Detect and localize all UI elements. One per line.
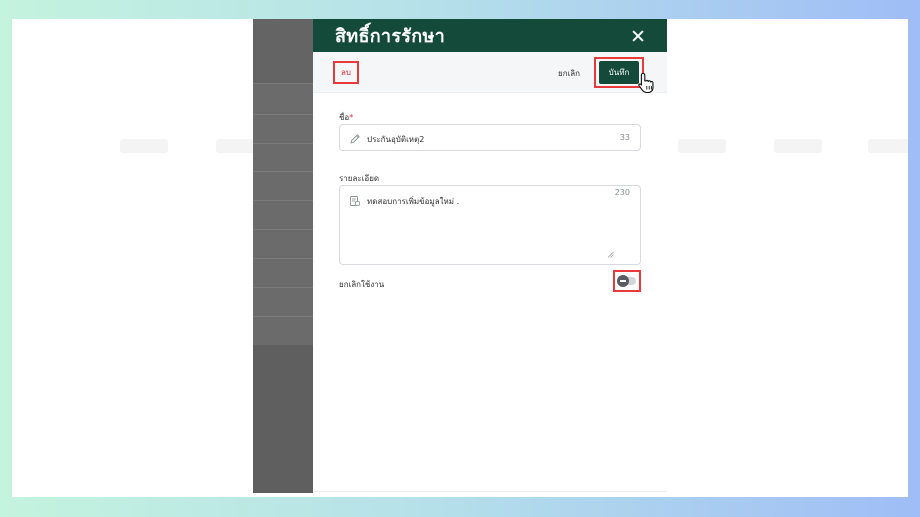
backdrop-row-line xyxy=(253,287,313,288)
deactivate-toggle[interactable] xyxy=(617,275,636,287)
deactivate-label: ยกเลิกใช้งาน xyxy=(339,280,385,289)
backdrop-row-line xyxy=(253,171,313,172)
note-icon xyxy=(350,196,360,206)
backdrop-header-strip xyxy=(253,19,313,83)
panel-footer-divider xyxy=(313,491,667,492)
name-label-text: ชื่อ xyxy=(339,113,350,122)
deactivate-toggle-highlight xyxy=(613,270,641,292)
backdrop-row-line xyxy=(253,229,313,230)
name-field[interactable]: ประกันอุบัติเหตุ2 33 xyxy=(339,124,641,151)
backdrop-row-line xyxy=(253,83,313,84)
close-icon[interactable] xyxy=(631,29,645,43)
hand-pointer-icon xyxy=(638,72,654,94)
pencil-icon xyxy=(350,134,360,144)
resize-handle-icon[interactable] xyxy=(607,251,614,258)
backdrop-row-line xyxy=(253,114,313,115)
toggle-knob xyxy=(617,275,629,287)
detail-char-count: 230 xyxy=(614,188,630,197)
background-placeholder xyxy=(678,139,726,153)
panel-toolbar: ลบ ยกเลิก บันทึก xyxy=(313,52,667,94)
backdrop-row-line xyxy=(253,258,313,259)
name-char-count: 33 xyxy=(619,133,630,142)
panel-header: สิทธิ์การรักษา xyxy=(313,19,667,52)
name-input-value: ประกันอุบัติเหตุ2 xyxy=(367,135,425,144)
delete-button[interactable]: ลบ xyxy=(333,61,359,84)
backdrop-row-line xyxy=(253,316,313,317)
backdrop-lower-area xyxy=(253,345,313,493)
detail-input-value: ทดสอบการเพิ่มข้อมูลใหม่ . xyxy=(367,197,460,206)
edit-side-panel: สิทธิ์การรักษา ลบ ยกเลิก บันทึก ชื่อ* ปร… xyxy=(313,19,667,493)
background-placeholder xyxy=(774,139,822,153)
required-mark: * xyxy=(349,113,354,122)
name-label: ชื่อ* xyxy=(339,111,353,124)
backdrop-row-line xyxy=(253,143,313,144)
screenshot-canvas: สิทธิ์การรักษา ลบ ยกเลิก บันทึก ชื่อ* ปร… xyxy=(12,19,908,497)
backdrop-row-line xyxy=(253,200,313,201)
panel-title: สิทธิ์การรักษา xyxy=(335,26,446,47)
background-placeholder xyxy=(120,139,168,153)
detail-label: รายละเอียด xyxy=(339,174,380,183)
cancel-button[interactable]: ยกเลิก xyxy=(558,67,580,80)
modal-backdrop[interactable] xyxy=(253,19,313,493)
background-placeholder xyxy=(868,139,908,153)
detail-textarea[interactable]: ทดสอบการเพิ่มข้อมูลใหม่ . 230 xyxy=(339,185,641,265)
save-button[interactable]: บันทึก xyxy=(599,61,639,84)
